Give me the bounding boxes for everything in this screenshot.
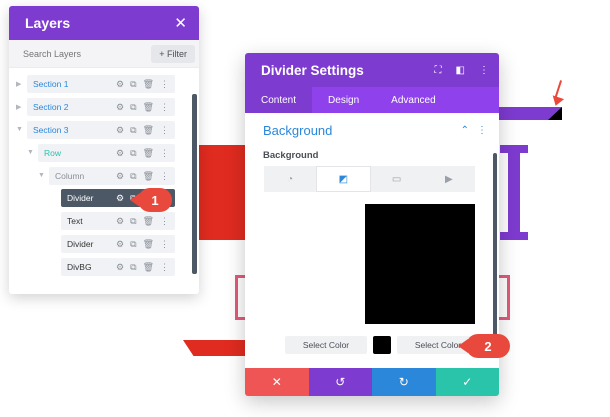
trash-icon[interactable]: 🗑 <box>143 102 154 112</box>
gear-icon[interactable]: ⚙ <box>116 171 124 181</box>
layers-panel: Layers ✕ + Filter ▶ Section 1 ⚙⧉🗑⋮ ▶ Sec… <box>9 6 199 294</box>
duplicate-icon[interactable]: ⧉ <box>130 216 136 226</box>
filter-button[interactable]: + Filter <box>151 44 195 63</box>
save-button[interactable]: ✓ <box>435 368 499 396</box>
close-icon: ✕ <box>271 375 282 389</box>
layer-section-1[interactable]: Section 1 ⚙ ⧉ 🗑 ⋮ <box>27 75 175 93</box>
layers-title: Layers <box>25 15 71 31</box>
gear-icon[interactable]: ⚙ <box>116 102 124 112</box>
duplicate-icon[interactable]: ⧉ <box>130 79 136 89</box>
fullscreen-icon[interactable]: ⛶ <box>435 65 442 76</box>
layers-header: Layers ✕ <box>9 6 199 40</box>
more-icon[interactable]: ⋮ <box>160 125 169 135</box>
duplicate-icon[interactable]: ⧉ <box>130 125 136 135</box>
canvas-black-triangle <box>548 107 562 120</box>
modal-tabs: Content Design Advanced <box>245 87 499 113</box>
tab-content[interactable]: Content <box>245 87 313 113</box>
chevron-down-icon[interactable]: ▼ <box>16 126 23 133</box>
modal-scrollbar[interactable] <box>493 153 497 343</box>
gradient-icon[interactable]: ◩ <box>316 166 371 192</box>
background-type-tabs: ◔ ◩ ▭ ▶ <box>264 166 475 192</box>
check-icon: ✓ <box>462 375 473 389</box>
more-icon[interactable]: ⋮ <box>160 239 169 249</box>
canvas-red-letter <box>196 145 246 240</box>
duplicate-icon[interactable]: ⧉ <box>130 171 136 181</box>
more-icon[interactable]: ⋮ <box>160 79 169 89</box>
modal-title: Divider Settings <box>261 62 364 78</box>
duplicate-icon[interactable]: ⧉ <box>130 262 136 272</box>
layer-divider[interactable]: Divider ⚙ ⧉ 🗑 ⋮ <box>61 235 175 253</box>
more-icon[interactable]: ⋮ <box>479 65 489 76</box>
redo-button[interactable]: ↻ <box>372 368 436 396</box>
canvas-purple-letter <box>500 145 528 240</box>
trash-icon[interactable]: 🗑 <box>143 171 154 181</box>
select-color-button-left[interactable]: Select Color <box>285 336 367 354</box>
trash-icon[interactable]: 🗑 <box>143 125 154 135</box>
more-icon[interactable]: ⋮ <box>160 262 169 272</box>
more-icon[interactable]: ⋮ <box>160 148 169 158</box>
image-icon[interactable]: ▭ <box>371 166 423 192</box>
color-swatch[interactable] <box>373 336 391 354</box>
gear-icon[interactable]: ⚙ <box>116 148 124 158</box>
canvas-red-wedge <box>183 340 253 356</box>
trash-icon[interactable]: 🗑 <box>143 239 154 249</box>
modal-footer: ✕ ↺ ↻ ✓ <box>245 368 499 396</box>
layers-search-bar: + Filter <box>9 40 199 68</box>
gradient-preview[interactable] <box>365 204 475 324</box>
callout-marker-1: 1 <box>138 188 172 212</box>
duplicate-icon[interactable]: ⧉ <box>130 239 136 249</box>
search-input[interactable] <box>23 48 123 59</box>
more-icon[interactable]: ⋮ <box>160 171 169 181</box>
duplicate-icon[interactable]: ⧉ <box>130 102 136 112</box>
gradient-color-row: Select Color Select Color <box>285 336 479 354</box>
more-icon[interactable]: ⋮ <box>160 102 169 112</box>
tab-design[interactable]: Design <box>312 87 375 113</box>
trash-icon[interactable]: 🗑 <box>143 262 154 272</box>
color-bucket-icon[interactable]: ◔ <box>264 166 316 192</box>
tab-advanced[interactable]: Advanced <box>375 87 451 113</box>
callout-marker-2: 2 <box>466 334 510 358</box>
layer-column[interactable]: Column ⚙ ⧉ 🗑 ⋮ <box>49 167 175 185</box>
gear-icon[interactable]: ⚙ <box>116 193 124 203</box>
gear-icon[interactable]: ⚙ <box>116 262 124 272</box>
more-icon[interactable]: ⋮ <box>160 216 169 226</box>
undo-icon: ↺ <box>335 375 346 389</box>
background-section-header[interactable]: Background ⌃ ⋮ <box>245 113 499 144</box>
cancel-button[interactable]: ✕ <box>245 368 309 396</box>
layer-row[interactable]: Row ⚙ ⧉ 🗑 ⋮ <box>38 144 175 162</box>
video-icon[interactable]: ▶ <box>423 166 475 192</box>
trash-icon[interactable]: 🗑 <box>143 216 154 226</box>
gear-icon[interactable]: ⚙ <box>116 239 124 249</box>
layer-text[interactable]: Text ⚙ ⧉ 🗑 ⋮ <box>61 212 175 230</box>
chevron-up-icon[interactable]: ⌃ <box>461 125 469 136</box>
layer-divbg[interactable]: DivBG ⚙ ⧉ 🗑 ⋮ <box>61 258 175 276</box>
duplicate-icon[interactable]: ⧉ <box>130 148 136 158</box>
background-field-label: Background <box>263 150 319 161</box>
chevron-down-icon[interactable]: ▼ <box>38 172 45 179</box>
chevron-right-icon[interactable]: ▶ <box>16 103 21 111</box>
redo-icon: ↻ <box>398 375 409 389</box>
undo-button[interactable]: ↺ <box>308 368 372 396</box>
section-title: Background <box>263 123 333 138</box>
layer-section-3[interactable]: Section 3 ⚙ ⧉ 🗑 ⋮ <box>27 121 175 139</box>
trash-icon[interactable]: 🗑 <box>143 148 154 158</box>
gear-icon[interactable]: ⚙ <box>116 125 124 135</box>
more-icon[interactable]: ⋮ <box>477 125 487 136</box>
close-icon[interactable]: ✕ <box>174 14 187 32</box>
modal-header: Divider Settings ⛶ ◧ ⋮ <box>245 53 499 87</box>
chevron-right-icon[interactable]: ▶ <box>16 80 21 88</box>
layer-section-2[interactable]: Section 2 ⚙ ⧉ 🗑 ⋮ <box>27 98 175 116</box>
gear-icon[interactable]: ⚙ <box>116 216 124 226</box>
sidebar-icon[interactable]: ◧ <box>456 65 465 76</box>
canvas-pink-bracket-right <box>498 275 510 320</box>
chevron-down-icon[interactable]: ▼ <box>27 149 34 156</box>
canvas-arrow-icon <box>549 95 565 108</box>
trash-icon[interactable]: 🗑 <box>143 79 154 89</box>
gear-icon[interactable]: ⚙ <box>116 79 124 89</box>
layers-scrollbar[interactable] <box>192 94 197 274</box>
